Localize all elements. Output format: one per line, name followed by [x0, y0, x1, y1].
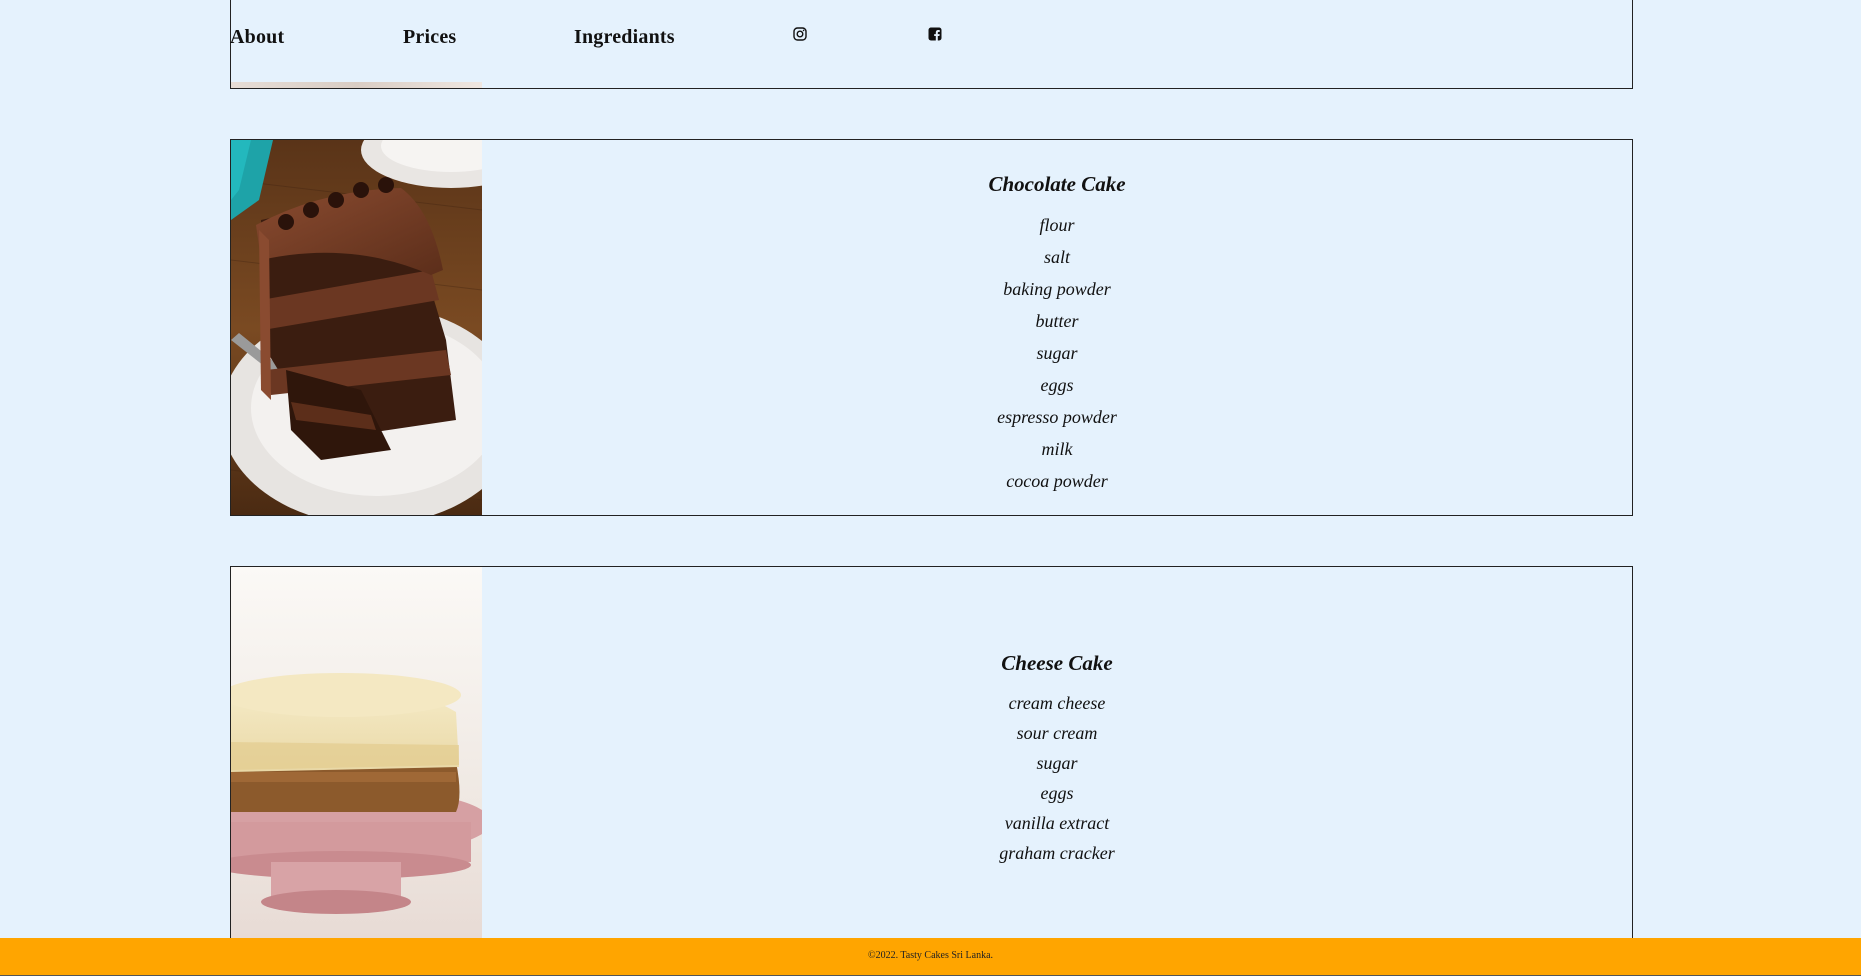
ingredient-item: milk [1041, 439, 1073, 459]
ingredient-item: salt [1043, 247, 1070, 267]
ingredient-item: vanilla extract [1004, 813, 1110, 833]
ingredient-item: sugar [1036, 343, 1078, 363]
ingredient-item: baking powder [1003, 279, 1111, 299]
nav-link-prices[interactable]: Prices [403, 26, 456, 49]
instagram-icon[interactable] [792, 26, 808, 42]
ingredient-list: cream cheese sour cream sugar eggs vanil… [482, 688, 1632, 868]
cake-photo-cheese [231, 567, 482, 965]
nav-link-about[interactable]: About [230, 26, 284, 49]
cake-info-chocolate: Chocolate Cake flour salt baking powder … [482, 140, 1632, 515]
footer: ©2022. Tasty Cakes Sri Lanka. [0, 938, 1861, 976]
cake-photo-chocolate [231, 140, 482, 515]
facebook-icon[interactable] [927, 26, 943, 42]
ingredient-item: eggs [1040, 375, 1074, 395]
ingredient-item: espresso powder [997, 407, 1117, 427]
ingredient-item: graham cracker [999, 843, 1115, 863]
ingredient-item: sugar [1036, 753, 1078, 773]
cake-card-cheese: Cheese Cake cream cheese sour cream suga… [230, 566, 1633, 966]
ingredient-item: cream cheese [1008, 693, 1106, 713]
page: About Prices Ingrediants Chocolate Cake … [0, 0, 1861, 976]
ingredient-item: eggs [1040, 783, 1074, 803]
ingredient-item: sour cream [1016, 723, 1098, 743]
ingredient-item: cocoa powder [1006, 471, 1108, 491]
footer-copyright: ©2022. Tasty Cakes Sri Lanka. [867, 950, 994, 961]
ingredient-list: flour salt baking powder butter sugar eg… [482, 209, 1632, 497]
nav-link-ingrediants[interactable]: Ingrediants [574, 26, 675, 49]
ingredient-item: butter [1035, 311, 1079, 331]
cake-title: Cheese Cake [1001, 651, 1113, 675]
cake-info-cheese: Cheese Cake cream cheese sour cream suga… [482, 567, 1632, 965]
cake-card-chocolate: Chocolate Cake flour salt baking powder … [230, 139, 1633, 516]
top-nav: About Prices Ingrediants [0, 0, 1861, 78]
ingredient-item: flour [1039, 215, 1075, 235]
cake-title: Chocolate Cake [988, 172, 1126, 196]
